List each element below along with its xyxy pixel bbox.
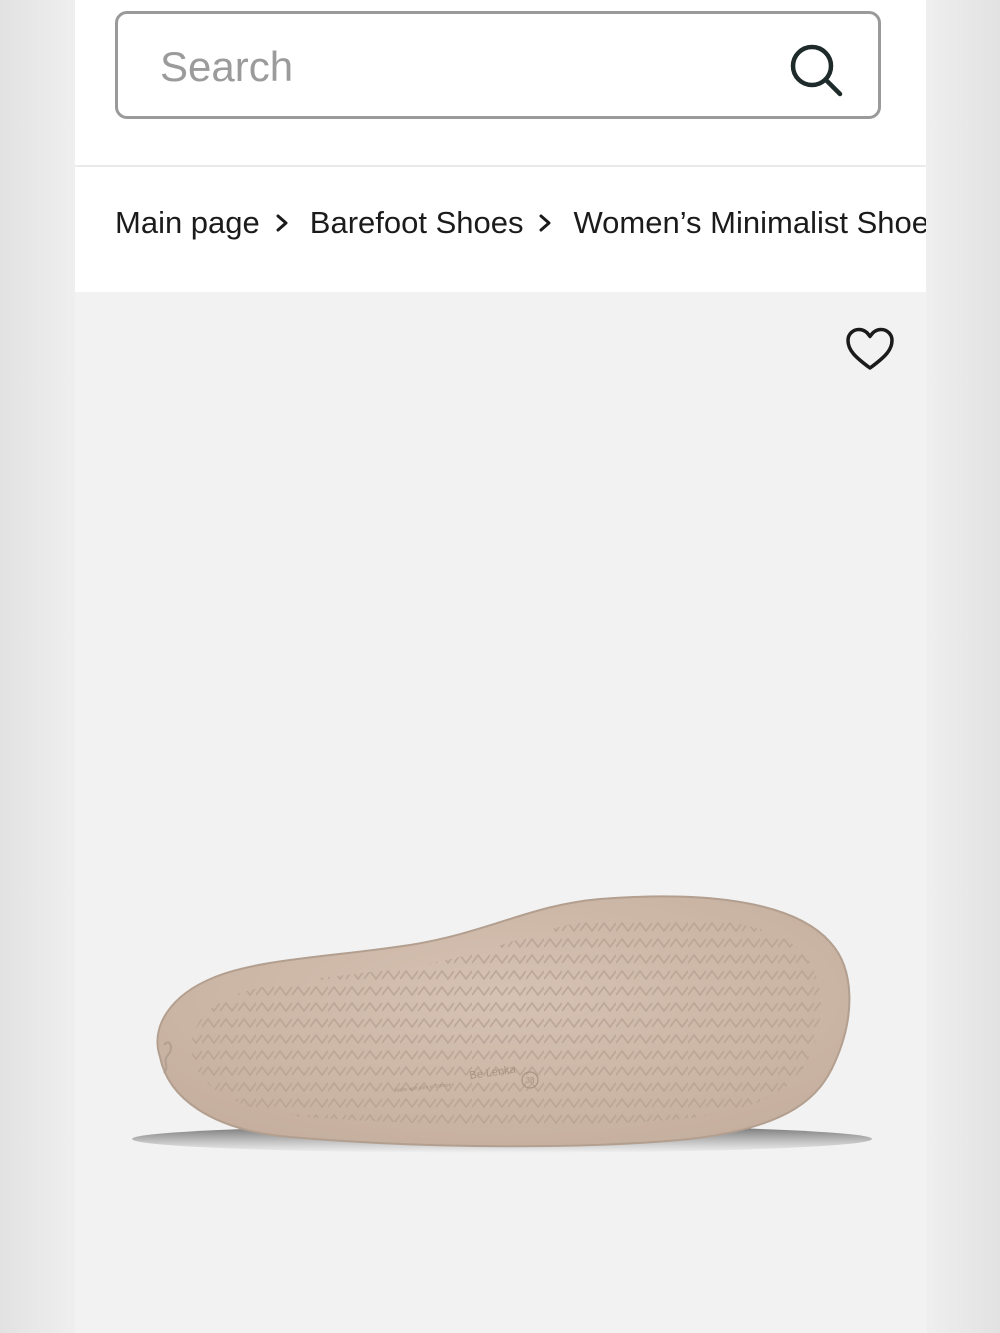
sole-size-text: 38 [526, 1076, 535, 1085]
search-input[interactable] [158, 34, 762, 100]
search-header [75, 0, 926, 165]
mobile-page: Main page Barefoot Shoes Women’s Minimal… [75, 0, 926, 1333]
breadcrumb-bar: Main page Barefoot Shoes Women’s Minimal… [75, 167, 926, 292]
breadcrumb-barefoot-shoes[interactable]: Barefoot Shoes [310, 205, 524, 241]
product-image-area[interactable]: Be Lenka Made with care in Europe 38 [75, 292, 926, 1333]
shoe-sole-image: Be Lenka Made with care in Europe 38 [132, 895, 872, 1153]
chevron-right-icon [276, 214, 288, 232]
breadcrumb: Main page Barefoot Shoes Women’s Minimal… [115, 205, 926, 241]
breadcrumb-main-page[interactable]: Main page [115, 205, 260, 241]
search-icon[interactable] [786, 40, 846, 100]
chevron-right-icon [539, 214, 551, 232]
search-box[interactable] [115, 11, 881, 119]
heart-icon[interactable] [845, 326, 895, 372]
breadcrumb-womens-minimalist-shoes[interactable]: Women’s Minimalist Shoes [573, 205, 926, 241]
